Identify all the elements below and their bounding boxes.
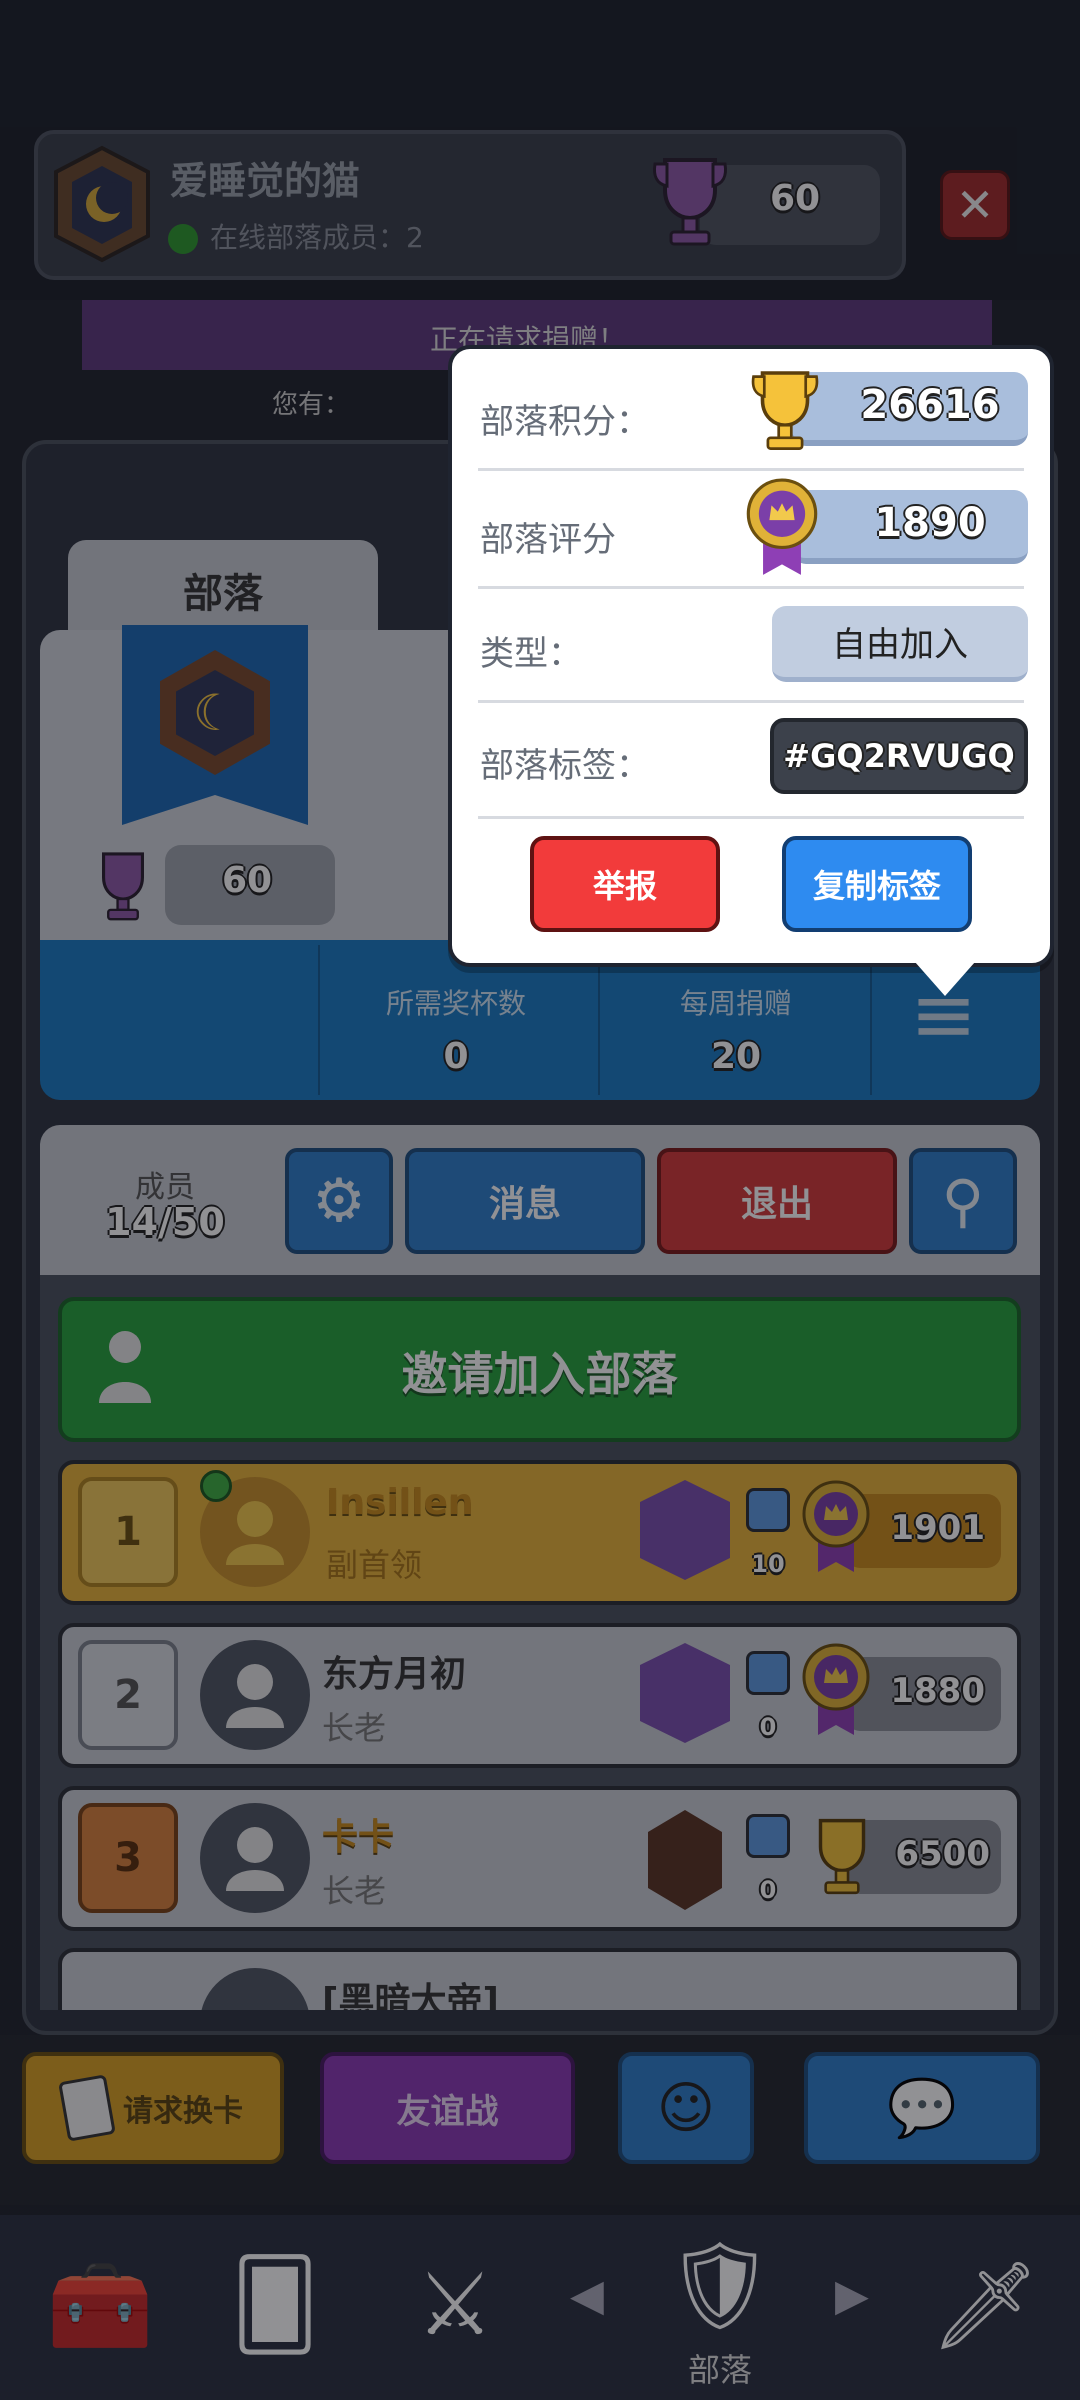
search-icon: ⚲ [941, 1167, 985, 1235]
member-rank: 1 [78, 1477, 178, 1587]
members-count: 14/50 [105, 1200, 225, 1244]
nav-shop-icon[interactable]: 🧰 [20, 2225, 180, 2385]
close-button[interactable]: ✕ [940, 170, 1010, 240]
request-cards-button[interactable]: 请求换卡 [22, 2052, 284, 2164]
person-icon [226, 1664, 284, 1728]
weekly-donations-value: 20 [710, 1036, 762, 1077]
emote-button[interactable]: ☺ [618, 2052, 754, 2164]
leave-clan-button[interactable]: 退出 [657, 1148, 897, 1254]
member-name: Insillen [326, 1482, 474, 1523]
member-donations: 10 [751, 1550, 785, 1578]
popup-divider [478, 816, 1024, 819]
clan-score-value: 26616 [860, 382, 1000, 428]
clan-badge-icon [54, 145, 150, 263]
member-score: 1901 [890, 1508, 985, 1548]
chat-bubble-icon: 💬 [887, 2076, 957, 2141]
clan-tag-box: #GQ2RVUGQ [770, 718, 1028, 794]
person-icon [226, 1827, 284, 1891]
message-button[interactable]: 消息 [405, 1148, 645, 1254]
trophy-icon [102, 852, 144, 921]
popup-divider [478, 468, 1024, 471]
member-name: [黑暗大帝] [322, 1981, 499, 2010]
war-rating-value: 1890 [874, 500, 986, 546]
online-members: 在线部落成员：2 [168, 216, 424, 256]
copy-tag-button[interactable]: 复制标签 [782, 836, 972, 932]
member-role: 副首领 [326, 1546, 423, 1584]
clan-war-medal-icon [746, 478, 818, 575]
gear-icon: ⚙ [312, 1166, 366, 1236]
settings-button[interactable]: ⚙ [285, 1148, 393, 1254]
clan-info-trophy-value: 60 [222, 860, 273, 901]
member-name: 东方月初 [322, 1654, 467, 1695]
popup-pointer [915, 962, 975, 996]
member-role: 长老 [322, 1709, 387, 1747]
clan-tag-value: #GQ2RVUGQ [783, 737, 1015, 775]
request-cards-label: 请求换卡 [123, 2094, 243, 2129]
member-donations: 0 [759, 1876, 777, 1904]
invite-to-clan-label: 邀请加入部落 [401, 1347, 678, 1401]
cards-icon [58, 2074, 116, 2142]
avatar [200, 1640, 310, 1750]
clan-name: 爱睡觉的猫 [170, 159, 361, 203]
required-trophies-label: 所需奖杯数 [385, 987, 526, 1020]
nav-cards-icon[interactable]: 🂠 [195, 2225, 355, 2385]
type-label: 类型： [480, 634, 582, 674]
friendly-battle-button[interactable]: 友谊战 [320, 2052, 575, 2164]
gold-trophy-icon [751, 371, 819, 450]
avatar [200, 1803, 310, 1913]
member-rank: 3 [78, 1803, 178, 1913]
weekly-donations-label: 每周捐赠 [679, 987, 792, 1020]
search-button[interactable]: ⚲ [909, 1148, 1017, 1254]
nav-right-arrow-icon[interactable]: ▶ [835, 2270, 869, 2321]
online-dot-icon [168, 224, 198, 254]
popup-divider [478, 700, 1024, 703]
popup-divider [478, 586, 1024, 589]
report-button[interactable]: 举报 [530, 836, 720, 932]
card-donation-icon [746, 1814, 790, 1858]
nav-clan-icon[interactable]: 🛡 [640, 2205, 800, 2365]
war-rating-label: 部落评分 [480, 520, 616, 560]
required-trophies-value: 0 [443, 1036, 469, 1077]
clan-score-label: 部落积分： [480, 402, 650, 442]
member-role: 长老 [322, 1872, 387, 1910]
member-row[interactable] [58, 1948, 1021, 2010]
nav-clan-label: 部落 [687, 2351, 752, 2389]
nav-left-arrow-icon[interactable]: ◀ [570, 2270, 604, 2321]
clan-trophy-value: 60 [770, 178, 821, 219]
chat-button[interactable]: 💬 [804, 2052, 1040, 2164]
type-value: 自由加入 [772, 606, 1028, 682]
member-name: 卡卡 [322, 1817, 395, 1858]
nav-battle-icon[interactable]: ⚔ [375, 2225, 535, 2385]
member-row-clip: [黑暗大帝] [40, 1948, 1040, 2010]
you-have-label: 您有： [272, 390, 351, 420]
member-score: 6500 [895, 1834, 990, 1874]
card-donation-icon [746, 1651, 790, 1695]
trophy-icon [653, 158, 727, 246]
clan-tag-label: 部落标签： [480, 746, 650, 786]
emote-icon: ☺ [656, 2075, 716, 2141]
nav-events-icon[interactable]: 🗡 [905, 2225, 1065, 2385]
online-text: 在线部落成员：2 [210, 221, 424, 254]
member-rank: 2 [78, 1640, 178, 1750]
member-score: 1880 [890, 1671, 985, 1711]
card-donation-icon [746, 1488, 790, 1532]
member-donations: 0 [759, 1713, 777, 1741]
close-icon: ✕ [955, 178, 995, 232]
online-dot-icon [200, 1470, 232, 1502]
